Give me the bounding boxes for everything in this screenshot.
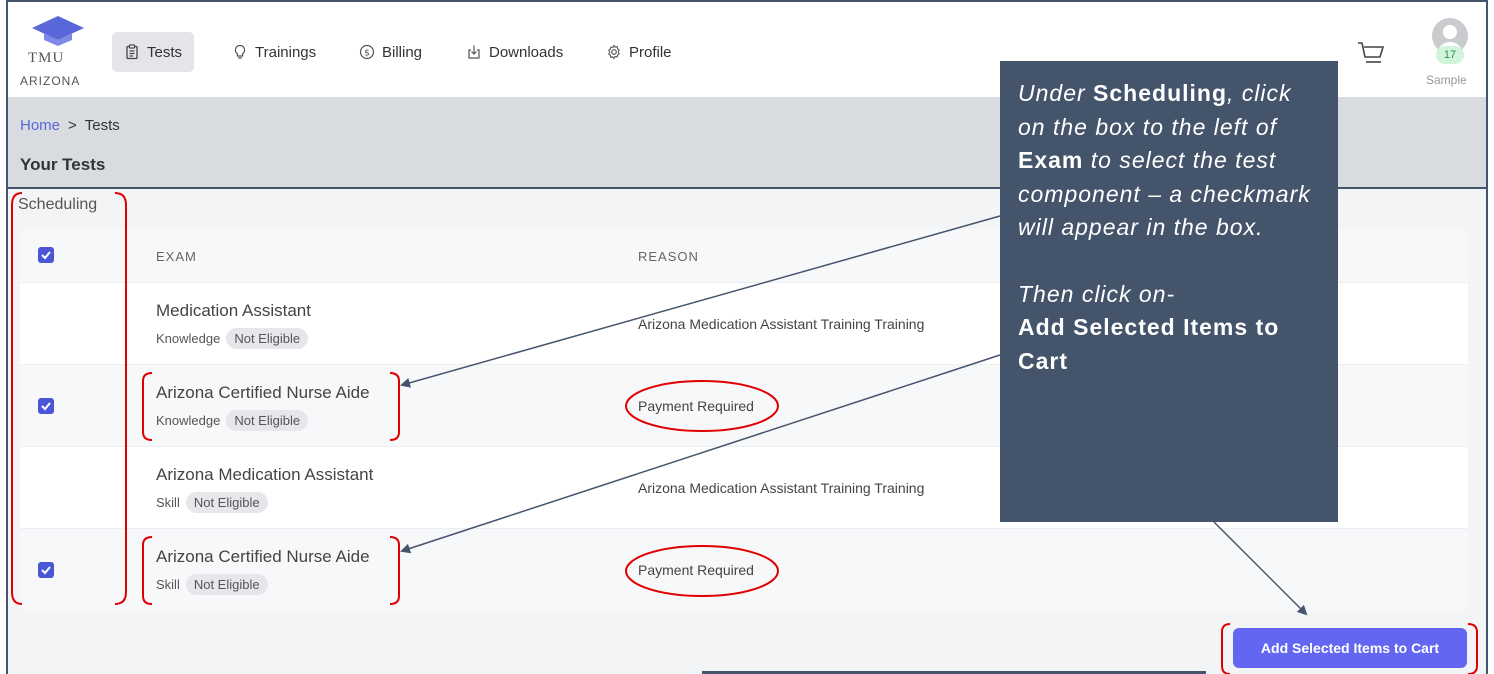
cart-icon[interactable] <box>1356 40 1386 66</box>
reason-text: Payment Required <box>638 398 754 414</box>
status-badge: Not Eligible <box>226 410 309 431</box>
status-badge: Not Eligible <box>185 574 268 595</box>
clipboard-icon <box>126 44 138 60</box>
callout-bold: Exam <box>1018 147 1084 173</box>
user-name: Sample <box>1426 73 1467 87</box>
instruction-callout: Under Scheduling, click on the box to th… <box>1000 61 1338 522</box>
section-label-scheduling: Scheduling <box>18 196 98 213</box>
column-header-exam[interactable]: EXAM <box>156 249 197 264</box>
graduation-cap-icon <box>32 16 84 46</box>
exam-type: Knowledge <box>156 413 221 428</box>
nav-billing[interactable]: $ Billing <box>347 32 434 72</box>
status-badge: Not Eligible <box>226 328 309 349</box>
callout-bold: Add Selected Items to Cart <box>1018 314 1280 374</box>
nav-label: Trainings <box>255 43 317 61</box>
dollar-circle-icon: $ <box>359 44 375 60</box>
status-badge: Not Eligible <box>185 492 268 513</box>
exam-title: Arizona Certified Nurse Aide <box>156 547 370 566</box>
exam-title: Arizona Certified Nurse Aide <box>156 383 370 402</box>
logo-abbr: TMU <box>28 50 65 66</box>
breadcrumb: Home > Tests <box>20 117 120 134</box>
nav-label: Profile <box>629 43 672 61</box>
download-box-icon <box>468 45 480 59</box>
nav-downloads[interactable]: Downloads <box>454 32 575 72</box>
logo[interactable]: TMU ARIZONA <box>18 12 98 92</box>
nav-profile[interactable]: Profile <box>594 32 684 72</box>
nav-tests[interactable]: Tests <box>112 32 195 72</box>
checkmark-icon <box>41 251 51 260</box>
exam-title: Arizona Medication Assistant <box>156 465 374 484</box>
exam-meta: Knowledge Not Eligible <box>156 328 309 349</box>
exam-type: Skill <box>156 577 180 592</box>
exam-meta: Skill Not Eligible <box>156 574 268 595</box>
checkmark-icon <box>41 402 51 411</box>
notification-badge: 17 <box>1436 46 1464 64</box>
row-checkbox[interactable] <box>38 398 54 414</box>
logo-state: ARIZONA <box>20 74 81 88</box>
row-checkbox[interactable] <box>38 562 54 578</box>
reason-text: Payment Required <box>638 562 754 578</box>
reason-text: Arizona Medication Assistant Training Tr… <box>638 316 925 332</box>
breadcrumb-separator: > <box>68 117 77 134</box>
nav-label: Billing <box>382 43 423 61</box>
add-selected-to-cart-button[interactable]: Add Selected Items to Cart <box>1233 628 1467 668</box>
page-title: Your Tests <box>20 155 106 174</box>
checkmark-icon <box>41 566 51 575</box>
nav-label: Downloads <box>489 43 564 61</box>
reason-text: Arizona Medication Assistant Training Tr… <box>638 480 925 496</box>
table-row: Arizona Certified Nurse Aide Skill Not E… <box>20 529 1468 611</box>
callout-bold: Scheduling <box>1093 80 1227 106</box>
nav-label: Tests <box>147 43 183 61</box>
exam-meta: Knowledge Not Eligible <box>156 410 309 431</box>
breadcrumb-current: Tests <box>84 117 120 134</box>
exam-meta: Skill Not Eligible <box>156 492 268 513</box>
exam-title: Medication Assistant <box>156 301 311 320</box>
column-header-reason[interactable]: REASON <box>638 249 699 264</box>
svg-text:$: $ <box>364 49 370 59</box>
select-all-checkbox[interactable] <box>38 247 54 263</box>
nav-trainings[interactable]: Trainings <box>220 32 328 72</box>
gear-icon <box>608 44 620 60</box>
lightbulb-icon <box>234 44 246 59</box>
exam-type: Skill <box>156 495 180 510</box>
callout-text: Under <box>1018 80 1094 106</box>
callout-text: Then click on- <box>1018 280 1176 307</box>
exam-type: Knowledge <box>156 331 221 346</box>
breadcrumb-home-link[interactable]: Home <box>20 117 60 134</box>
